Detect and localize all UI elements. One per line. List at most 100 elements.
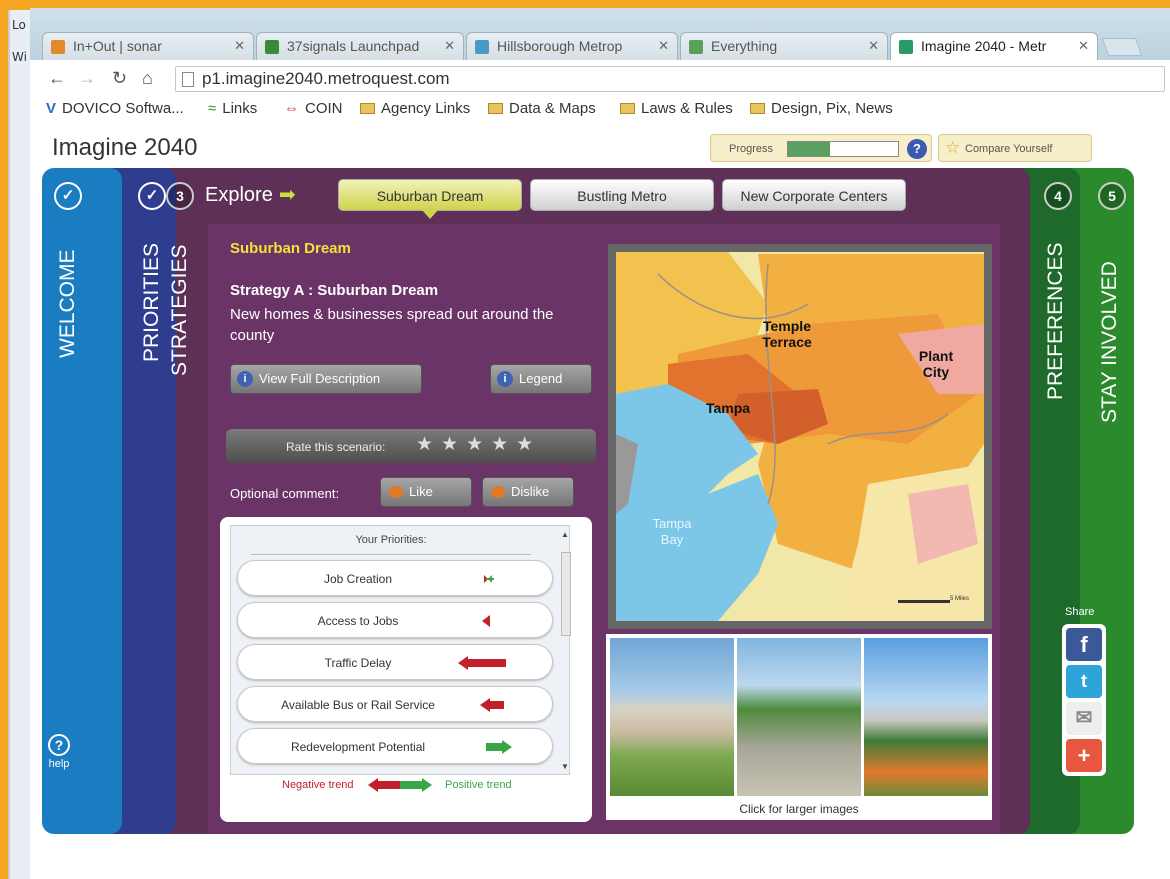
positive-trend-label: Positive trend — [445, 779, 512, 791]
scenario-map[interactable]: Temple Terrace Plant City Tampa Tampa Ba… — [608, 244, 992, 629]
bookmark-folder[interactable]: Laws & Rules — [620, 100, 733, 117]
bookmark-coin[interactable]: ⇔ COIN — [284, 100, 343, 117]
image-palm-road[interactable] — [737, 638, 861, 796]
background-window-edge: Lo Wi — [0, 0, 30, 879]
dovico-icon: V — [46, 100, 57, 117]
plus-icon[interactable]: + — [1066, 739, 1102, 772]
scale-label: 5 Miles — [950, 596, 970, 602]
bookmark-label: Data & Maps — [509, 100, 596, 117]
close-icon[interactable]: ✕ — [868, 38, 879, 54]
links-icon: ≈ — [208, 100, 217, 117]
bookmark-folder[interactable]: Data & Maps — [488, 100, 596, 117]
bookmark-label: Agency Links — [381, 100, 471, 117]
close-icon[interactable]: ✕ — [234, 38, 245, 54]
welcome-panel[interactable]: ✓ WELCOME ? help — [42, 168, 122, 834]
explore-text: Explore — [205, 184, 273, 206]
browser-tab[interactable]: In+Out | sonar ✕ — [42, 32, 254, 60]
priorities-header: Your Priorities: — [231, 534, 551, 555]
priority-item[interactable]: Available Bus or Rail Service — [237, 686, 553, 722]
reload-icon[interactable]: ↻ — [112, 68, 127, 89]
tab-suburban-dream[interactable]: Suburban Dream — [338, 179, 522, 219]
tab-label: Hillsborough Metrop — [497, 38, 623, 54]
folder-icon — [488, 103, 503, 114]
rating-stars[interactable]: ★★★★★ — [416, 433, 541, 456]
trend-negative-icon — [480, 698, 504, 712]
info-icon: i — [237, 371, 253, 387]
help-label: help — [48, 758, 70, 770]
bookmark-label: COIN — [305, 100, 343, 117]
priority-item[interactable]: Redevelopment Potential — [237, 728, 553, 764]
email-icon[interactable]: ✉ — [1066, 702, 1102, 735]
check-icon: ✓ — [54, 182, 82, 210]
image-suburban-house[interactable] — [610, 638, 734, 796]
map-label: Plant City — [918, 348, 954, 380]
scrollbar[interactable]: ▲ ▼ — [560, 530, 572, 772]
bookmark-links[interactable]: ≈ Links — [208, 100, 257, 117]
view-full-description-button[interactable]: i View Full Description — [230, 364, 422, 394]
priority-item[interactable]: Job Creation — [237, 560, 553, 596]
stay-involved-label: STAY INVOLVED — [1098, 261, 1121, 423]
optional-comment-label: Optional comment: — [230, 486, 340, 501]
forward-icon[interactable]: → — [78, 68, 96, 89]
tab-bustling-metro[interactable]: Bustling Metro — [530, 179, 714, 211]
priority-label: Redevelopment Potential — [290, 740, 426, 754]
background-tab-fragment: Lo — [12, 18, 26, 32]
help-icon: ? — [48, 734, 70, 756]
dislike-button[interactable]: Dislike — [482, 477, 574, 507]
folder-icon — [620, 103, 635, 114]
priority-label: Available Bus or Rail Service — [281, 698, 435, 712]
home-icon[interactable]: ⌂ — [142, 68, 153, 89]
bookmark-dovico[interactable]: V DOVICO Softwa... — [46, 100, 184, 117]
image-office-park[interactable] — [864, 638, 988, 796]
browser-tab[interactable]: 37signals Launchpad ✕ — [256, 32, 464, 60]
question-icon[interactable]: ? — [907, 139, 927, 159]
strategy-description: New homes & businesses spread out around… — [230, 306, 554, 344]
close-icon[interactable]: ✕ — [658, 38, 669, 54]
bookmark-folder[interactable]: Design, Pix, News — [750, 100, 893, 117]
star-icon: ☆ — [945, 138, 961, 157]
button-label: Like — [409, 484, 433, 499]
images-caption: Click for larger images — [739, 802, 859, 816]
scroll-down-icon[interactable]: ▼ — [561, 762, 569, 771]
browser-tab[interactable]: Hillsborough Metrop ✕ — [466, 32, 678, 60]
twitter-icon[interactable]: t — [1066, 665, 1102, 698]
url-input[interactable]: p1.imagine2040.metroquest.com — [175, 66, 1165, 92]
folder-icon — [750, 103, 765, 114]
browser-tab-active[interactable]: Imagine 2040 - Metr ✕ — [890, 32, 1098, 60]
tab-label: Imagine 2040 - Metr — [921, 38, 1047, 54]
priority-item[interactable]: Traffic Delay — [237, 644, 553, 680]
priorities-list[interactable]: Your Priorities: Job Creation Access to … — [230, 525, 572, 775]
browser-window: In+Out | sonar ✕ 37signals Launchpad ✕ H… — [30, 8, 1170, 879]
trend-negative-icon — [482, 615, 490, 627]
priority-item[interactable]: Access to Jobs — [237, 602, 553, 638]
compare-yourself-button[interactable]: ☆ Compare Yourself — [938, 134, 1092, 162]
scenario-images[interactable]: Click for larger images — [606, 634, 992, 820]
help-button[interactable]: ? help — [48, 734, 70, 770]
bookmark-folder[interactable]: Agency Links — [360, 100, 470, 117]
legend-button[interactable]: i Legend — [490, 364, 592, 394]
priority-label: Job Creation — [323, 572, 393, 586]
share-label: Share — [1065, 606, 1095, 618]
facebook-icon[interactable]: f — [1066, 628, 1102, 661]
strategy-title: Strategy A : Suburban Dream — [230, 282, 439, 299]
close-icon[interactable]: ✕ — [444, 38, 455, 54]
step-number-3: 3 — [166, 182, 194, 210]
bookmark-label: DOVICO Softwa... — [62, 100, 184, 117]
welcome-label: WELCOME — [56, 249, 79, 358]
close-icon[interactable]: ✕ — [1078, 38, 1089, 54]
browser-tab[interactable]: Everything ✕ — [680, 32, 888, 60]
progress-bar — [787, 141, 899, 157]
info-icon: i — [497, 371, 513, 387]
tab-label: Suburban Dream — [376, 188, 484, 204]
back-icon[interactable]: ← — [48, 68, 66, 89]
negative-trend-label: Negative trend — [282, 779, 354, 791]
scroll-thumb[interactable] — [561, 552, 571, 636]
scroll-up-icon[interactable]: ▲ — [561, 530, 569, 539]
bookmark-label: Laws & Rules — [641, 100, 733, 117]
new-tab-button[interactable] — [1101, 38, 1143, 56]
tab-new-corporate-centers[interactable]: New Corporate Centers — [722, 179, 906, 211]
tab-label: In+Out | sonar — [73, 38, 162, 54]
strategies-label: STRATEGIES — [168, 244, 191, 376]
like-button[interactable]: Like — [380, 477, 472, 507]
arrow-right-icon: ➡ — [278, 184, 296, 206]
